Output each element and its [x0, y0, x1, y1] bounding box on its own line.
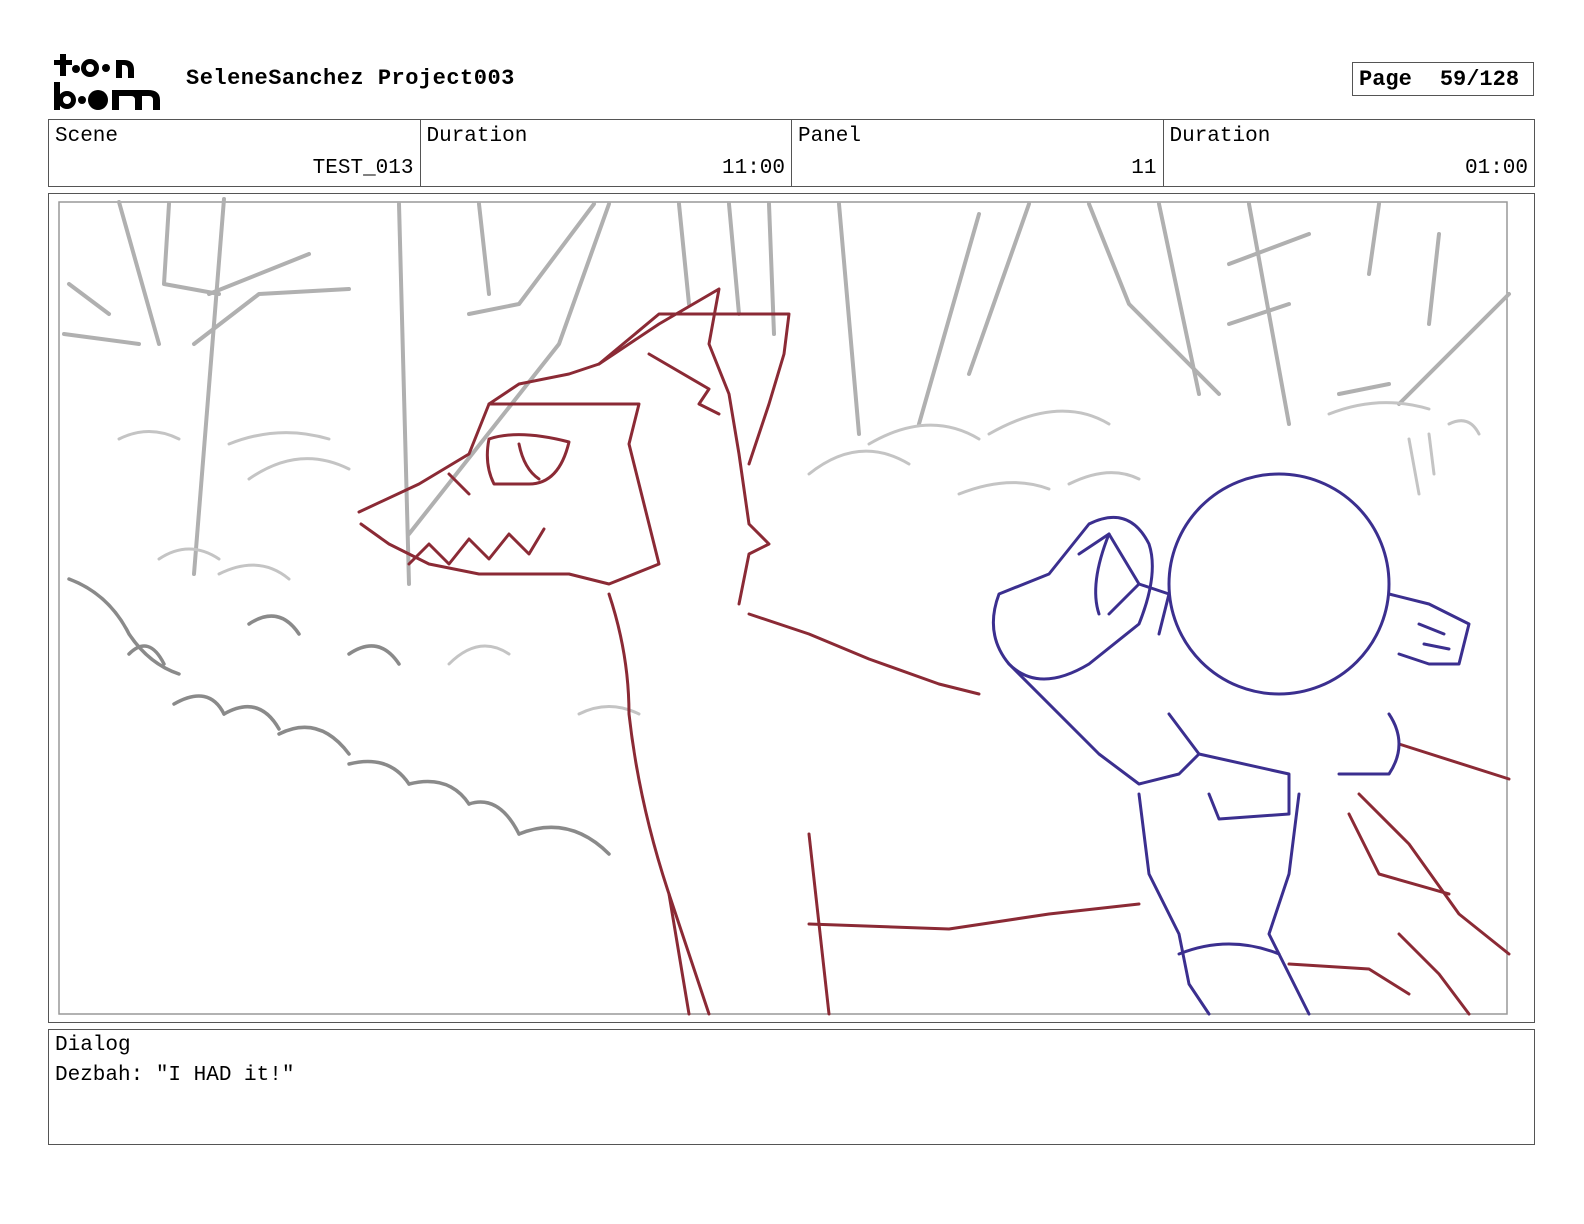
dialog-box: Dialog Dezbah: "I HAD it!"	[48, 1029, 1535, 1145]
page-number: 59/128	[1439, 66, 1520, 92]
panel-duration-label: Duration	[1169, 125, 1271, 148]
scene-duration-label: Duration	[426, 125, 528, 148]
panel-label: Panel	[798, 125, 862, 148]
scene-info-table: Scene TEST_013 Duration 11:00 Panel 11 D…	[48, 119, 1535, 187]
scene-value: TEST_013	[312, 157, 414, 180]
project-title: SeleneSanchez Project003	[186, 66, 515, 91]
page-indicator: Page 59/128	[1352, 62, 1534, 96]
scene-cell: Scene TEST_013	[49, 120, 421, 186]
wolf-character	[357, 287, 1511, 1016]
scene-duration-value: 11:00	[721, 157, 785, 180]
page-label: Page	[1359, 66, 1412, 92]
forest-background	[62, 197, 1511, 856]
panel-duration-value: 01:00	[1464, 157, 1528, 180]
panel-duration-cell: Duration 01:00	[1164, 120, 1535, 186]
scene-label: Scene	[55, 125, 119, 148]
toon-boom-logo	[52, 50, 164, 114]
panel-frame	[58, 201, 1508, 1015]
panel-cell: Panel 11	[792, 120, 1164, 186]
dialog-label: Dialog	[55, 1034, 131, 1057]
panel-value: 11	[1131, 157, 1157, 180]
dialog-text: Dezbah: "I HAD it!"	[55, 1064, 295, 1087]
girl-character	[991, 472, 1471, 1016]
storyboard-panel	[48, 193, 1535, 1023]
scene-duration-cell: Duration 11:00	[421, 120, 792, 186]
panel-sketch	[58, 197, 1511, 1016]
